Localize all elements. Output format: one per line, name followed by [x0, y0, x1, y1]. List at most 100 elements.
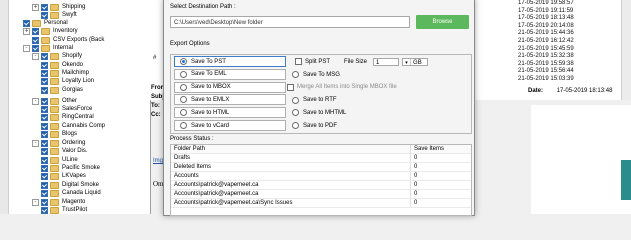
- radio-icon[interactable]: [292, 96, 299, 104]
- message-date[interactable]: 17-05-2019 18:13:48: [518, 15, 614, 23]
- table-row[interactable]: Accounts\patrick@vapemeet.ca 0: [171, 181, 471, 190]
- collapse-icon[interactable]: -: [32, 52, 39, 60]
- tree-item-checkbox[interactable]: [41, 156, 48, 164]
- tree-item[interactable]: Digital Smoke: [41, 181, 99, 189]
- collapse-icon[interactable]: -: [32, 97, 39, 105]
- tree-item[interactable]: - Shopify: [32, 52, 82, 60]
- tree-item[interactable]: SalesForce: [41, 105, 92, 113]
- tree-item[interactable]: - Internal: [23, 44, 73, 52]
- radio-icon[interactable]: [180, 70, 187, 78]
- tree-scrollbar[interactable]: [0, 0, 9, 214]
- tree-item-checkbox[interactable]: [41, 52, 48, 60]
- tree-item-checkbox[interactable]: [41, 181, 48, 189]
- tree-item[interactable]: Mailchimp: [41, 69, 89, 77]
- tree-item[interactable]: Okendo: [41, 61, 83, 69]
- tree-item-checkbox[interactable]: [41, 139, 48, 147]
- radio-icon[interactable]: [292, 109, 299, 117]
- message-date[interactable]: 21-05-2019 15:45:59: [518, 46, 614, 54]
- export-option[interactable]: Save to PDF: [287, 120, 337, 131]
- tree-item-checkbox[interactable]: [41, 164, 48, 172]
- tree-item-checkbox[interactable]: [41, 11, 48, 19]
- message-date[interactable]: 17-05-2019 20:14:08: [518, 23, 614, 31]
- tree-item-checkbox[interactable]: [23, 19, 30, 27]
- radio-icon[interactable]: [180, 58, 187, 65]
- tree-item[interactable]: RingCentral: [41, 113, 94, 121]
- radio-icon[interactable]: [180, 109, 187, 117]
- tree-item[interactable]: Pacific Smoke: [41, 164, 100, 172]
- tree-item[interactable]: - Other: [32, 97, 77, 105]
- tree-item-checkbox[interactable]: [41, 130, 48, 138]
- tree-item[interactable]: ULine: [41, 156, 78, 164]
- tree-item-checkbox[interactable]: [41, 172, 48, 180]
- radio-icon[interactable]: [180, 122, 187, 129]
- file-size-unit-dropdown[interactable]: ▾ GB: [402, 57, 429, 66]
- tree-item-checkbox[interactable]: [41, 77, 48, 85]
- expand-icon[interactable]: +: [23, 27, 30, 35]
- radio-icon[interactable]: [180, 96, 187, 104]
- radio-icon[interactable]: [180, 83, 187, 91]
- tree-item-checkbox[interactable]: [32, 36, 39, 44]
- tree-item[interactable]: CSV Exports (Back: [32, 36, 104, 44]
- tree-item[interactable]: Canada Liquid: [41, 189, 101, 197]
- tree-item-checkbox[interactable]: [41, 113, 48, 121]
- tree-item[interactable]: Valor Dis.: [41, 147, 88, 155]
- checkbox-icon[interactable]: [287, 83, 294, 91]
- tree-item[interactable]: Loyalty Lion: [41, 77, 94, 85]
- browse-button[interactable]: Browse: [416, 15, 469, 29]
- tree-item[interactable]: Personal: [23, 19, 68, 27]
- tree-item[interactable]: Swyft: [41, 11, 77, 19]
- tree-item[interactable]: TrustPilot: [41, 206, 87, 214]
- tree-item-checkbox[interactable]: [32, 27, 39, 35]
- table-row[interactable]: Accounts\patrick@vapemeet.ca\Sync Issues…: [171, 199, 471, 208]
- expand-icon[interactable]: +: [32, 3, 39, 11]
- export-option[interactable]: Save To EML: [174, 68, 286, 80]
- collapse-icon[interactable]: -: [23, 44, 30, 52]
- message-date[interactable]: 21-05-2019 15:59:38: [518, 61, 614, 69]
- tree-item[interactable]: - Magento: [32, 198, 85, 206]
- export-option[interactable]: Save to MBOX: [174, 81, 286, 93]
- process-status-table[interactable]: Folder Path Save Items Drafts 0 Deleted It…: [170, 144, 472, 216]
- preview-link[interactable]: Img: [153, 158, 163, 164]
- table-row[interactable]: Accounts 0: [171, 172, 471, 181]
- tree-item-checkbox[interactable]: [41, 189, 48, 197]
- table-row[interactable]: Drafts 0: [171, 154, 471, 163]
- radio-icon[interactable]: [292, 122, 299, 130]
- radio-icon[interactable]: [292, 71, 299, 78]
- message-date[interactable]: 21-05-2019 15:44:36: [518, 30, 614, 38]
- collapse-icon[interactable]: -: [32, 198, 39, 206]
- tree-item-checkbox[interactable]: [41, 206, 48, 214]
- tree-item[interactable]: + Shipping: [32, 3, 85, 11]
- export-option[interactable]: Save to vCard: [174, 120, 286, 131]
- tree-item[interactable]: Gorgias: [41, 86, 83, 94]
- export-option[interactable]: Merge All Items into Single MBOX file: [287, 82, 397, 93]
- tree-item[interactable]: Cannabis Comp: [41, 122, 105, 130]
- tree-item-checkbox[interactable]: [41, 86, 48, 94]
- file-size-input[interactable]: 1: [373, 57, 400, 66]
- tree-item[interactable]: - Ordering: [32, 139, 85, 147]
- message-date[interactable]: 21-05-2019 15:03:39: [518, 76, 614, 84]
- table-row[interactable]: Accounts\patrick@vapemeet.ca 0: [171, 190, 471, 199]
- tree-item[interactable]: + Inventory: [23, 27, 78, 35]
- message-date[interactable]: 21-05-2019 15:32:38: [518, 53, 614, 61]
- message-date[interactable]: 21-05-2019 15:56:44: [518, 68, 614, 76]
- tree-item-checkbox[interactable]: [32, 44, 39, 52]
- tree-item-checkbox[interactable]: [41, 3, 48, 11]
- message-date[interactable]: 17-05-2019 19:58:57: [518, 0, 614, 8]
- message-date[interactable]: 21-05-2019 16:12:42: [518, 38, 614, 46]
- export-option[interactable]: Save to EMLX: [174, 94, 286, 106]
- message-list-scrollbar[interactable]: [621, 0, 631, 100]
- tree-item-checkbox[interactable]: [41, 97, 48, 105]
- export-option[interactable]: Save To PST: [174, 56, 286, 67]
- tree-item[interactable]: LKVapes: [41, 172, 86, 180]
- export-option[interactable]: Save to RTF: [287, 95, 337, 106]
- export-option[interactable]: Save to HTML: [174, 107, 286, 119]
- tree-item[interactable]: Blogs: [41, 130, 77, 138]
- destination-path-input[interactable]: C:\Users\ved\Desktop\New folder: [170, 16, 410, 28]
- tree-item-checkbox[interactable]: [41, 198, 48, 206]
- message-date[interactable]: 17-05-2019 19:11:59: [518, 8, 614, 16]
- export-option[interactable]: Save To MSG: [287, 69, 340, 80]
- tree-item-checkbox[interactable]: [41, 61, 48, 69]
- split-pst-checkbox[interactable]: [295, 58, 302, 65]
- tree-item-checkbox[interactable]: [41, 122, 48, 130]
- export-option[interactable]: Save to MHTML: [287, 107, 346, 118]
